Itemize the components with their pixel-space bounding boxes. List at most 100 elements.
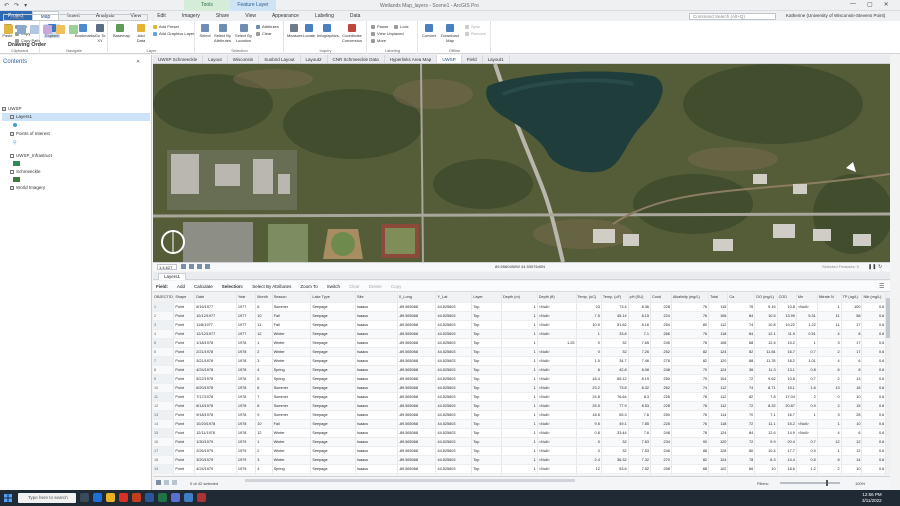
view-unplaced-button[interactable]: View Unplaced <box>371 31 404 36</box>
powerpoint-icon[interactable] <box>132 493 141 502</box>
column-header[interactable]: Ca <box>727 293 756 303</box>
snap-icon[interactable] <box>197 264 202 269</box>
task-view-icon[interactable] <box>80 493 89 502</box>
table-row[interactable]: 8 Point 4/24/1978 1978 4 Spring Seepage Isaacs -… <box>153 365 886 375</box>
toc-layer-world-imagery[interactable]: ✓ World Imagery <box>2 184 45 192</box>
table-icon[interactable] <box>189 264 194 269</box>
column-header[interactable]: Season <box>272 293 312 303</box>
table-horizontal-scrollbar[interactable] <box>245 479 575 482</box>
scale-selector[interactable]: 1:4,627 <box>157 264 177 270</box>
lock-labels-button[interactable]: Lock <box>394 24 408 29</box>
table-tab-layers1[interactable]: Layers1 <box>158 273 187 280</box>
customize-qa-icon[interactable]: ▾ <box>24 2 27 9</box>
table-row[interactable]: 17 Point 2/26/1979 1979 2 Winter Seepage Isaacs… <box>153 446 886 456</box>
table-row[interactable]: 20Point5/29/197919795SpringSeepageIsaacs… <box>153 473 886 475</box>
edge-icon[interactable] <box>93 493 102 502</box>
view-tab[interactable]: UWSP Schmeeckle <box>153 55 204 63</box>
toc-layer-points-of-interest[interactable]: ✓ Points of Interest <box>2 130 50 138</box>
view-tab[interactable]: Sunbird Layout <box>259 55 301 63</box>
arcgis-pro-icon[interactable] <box>184 493 193 502</box>
table-row[interactable]: 18 Point 3/20/1979 1979 3 Winter Seepage Isaacs… <box>153 455 886 465</box>
column-header[interactable]: X_Long <box>397 293 437 303</box>
clear-table-selection-button[interactable]: Clear <box>349 284 360 289</box>
locate-button[interactable]: Locate <box>303 24 315 38</box>
go-to-xy-button[interactable]: Go To XY <box>94 24 106 43</box>
table-row[interactable]: 2 Point 10/12/1977 1977 10 Fall Seepage Isaacs -… <box>153 311 886 321</box>
column-header[interactable]: Nitrate N <box>817 293 842 303</box>
grid-icon[interactable] <box>181 264 186 269</box>
download-map-button[interactable]: Download Map <box>439 24 461 43</box>
column-header[interactable]: TP (ug/L) <box>841 293 863 303</box>
map-view[interactable] <box>153 64 890 262</box>
column-header[interactable]: Month <box>255 293 273 303</box>
tab-labeling[interactable]: Labeling <box>307 11 342 21</box>
attribute-table[interactable]: OBJECTID Shape Date Year Month Season Lake Typ… <box>153 293 886 475</box>
maximize-icon[interactable]: ▢ <box>867 1 873 8</box>
table-row[interactable]: 11 Point 7/17/1978 1978 7 Summer Seepage Isaacs… <box>153 392 886 402</box>
list-by-drawing-order-icon[interactable] <box>4 25 13 34</box>
pause-drawing-icon[interactable]: ❚❚ <box>868 264 876 270</box>
tab-view-context[interactable]: View <box>237 11 264 21</box>
table-row[interactable]: 15 Point 12/11/1978 1978 12 Winter Seepage Isaa… <box>153 428 886 438</box>
layer-visibility-checkbox[interactable] <box>10 153 14 158</box>
chrome-icon[interactable] <box>119 493 128 502</box>
column-header[interactable]: COD <box>777 293 797 303</box>
table-row[interactable]: 14 Point 10/20/1978 1978 10 Fall Seepage Isaacs… <box>153 419 886 429</box>
add-graphics-layer-button[interactable]: Add Graphics Layer <box>153 31 194 36</box>
column-header[interactable]: Cond <box>650 293 672 303</box>
table-row[interactable]: 19 Point 4/24/1979 1979 4 Spring Seepage Isaacs… <box>153 464 886 474</box>
switch-button[interactable]: Switch <box>327 284 340 289</box>
filter-icon[interactable] <box>172 480 177 485</box>
copy-button[interactable]: Copy <box>391 284 402 289</box>
select-by-attributes-table-button[interactable]: Select By Attributes <box>252 284 291 289</box>
refresh-map-icon[interactable]: ↻ <box>878 264 882 270</box>
column-header[interactable]: Depth (m) <box>501 293 538 303</box>
add-field-button[interactable]: Add <box>177 284 185 289</box>
table-scroll-thumb[interactable] <box>886 298 890 338</box>
layer-visibility-checkbox[interactable]: ✓ <box>10 114 14 119</box>
list-by-source-icon[interactable] <box>17 25 26 34</box>
teams-icon[interactable] <box>171 493 180 502</box>
table-row[interactable]: 13 Point 9/18/1978 1978 9 Summer Seepage Isaacs… <box>153 410 886 420</box>
measure-button[interactable]: Measure <box>287 24 303 38</box>
column-header[interactable]: Temp. (oF) <box>601 293 629 303</box>
select-by-location-button[interactable]: Select By Location <box>234 24 253 43</box>
attributes-button[interactable]: Attributes <box>256 24 279 29</box>
app-icon[interactable] <box>197 493 206 502</box>
table-row[interactable]: 9 Point 5/22/1978 1978 5 Spring Seepage Isaacs -… <box>153 374 886 384</box>
table-row[interactable]: 5 Point 1/18/1978 1978 1 Winter Seepage Isaacs -… <box>153 338 886 348</box>
windows-start-icon[interactable] <box>4 494 12 502</box>
user-account[interactable]: Katherine (University of Wisconsin-Steve… <box>786 13 885 18</box>
excel-icon[interactable] <box>158 493 167 502</box>
show-all-records-icon[interactable] <box>156 480 161 485</box>
taskbar-search-input[interactable]: Type here to search <box>18 493 76 503</box>
add-preset-button[interactable]: Add Preset <box>153 24 179 29</box>
table-row[interactable]: 1 Point 6/16/1977 1977 6 Summer Seepage Isaacs -… <box>153 302 886 312</box>
redo-icon[interactable]: ↷ <box>14 2 19 9</box>
layer-visibility-checkbox[interactable]: ✓ <box>10 131 14 136</box>
view-tab[interactable]: Wisconsin <box>228 55 260 63</box>
toc-layer-uwsp[interactable]: ✓ UWSP <box>2 105 22 113</box>
view-tab[interactable]: Layout1 <box>483 55 510 63</box>
table-row[interactable]: 4 Point 12/12/1977 1977 12 Winter Seepage Isaac… <box>153 329 886 339</box>
remove-button[interactable]: Remove <box>465 31 486 36</box>
show-selected-records-icon[interactable] <box>164 480 169 485</box>
toc-layer-layers1[interactable]: ✓ Layers1 <box>2 113 150 121</box>
column-header[interactable]: Nitr (mg/L) <box>861 293 886 303</box>
file-explorer-icon[interactable] <box>106 493 115 502</box>
tab-imagery[interactable]: Imagery <box>174 11 208 21</box>
column-header[interactable]: Site <box>355 293 398 303</box>
toc-layer-schmeeckle[interactable]: Schmeeckle <box>2 168 41 176</box>
column-header[interactable]: Mn <box>796 293 818 303</box>
coordinate-conversion-button[interactable]: Coordinate Conversion <box>339 24 365 43</box>
minimize-icon[interactable]: — <box>850 1 856 8</box>
undo-icon[interactable]: ↶ <box>4 2 9 9</box>
column-header[interactable]: DO (mg/L) <box>754 293 778 303</box>
tab-appearance[interactable]: Appearance <box>264 11 307 21</box>
command-search-input[interactable]: Command Search (Alt+Q) <box>689 13 776 20</box>
column-header[interactable]: Year <box>236 293 257 303</box>
word-icon[interactable] <box>145 493 154 502</box>
list-by-labeling-icon[interactable] <box>69 25 78 34</box>
table-row[interactable]: 10 Point 6/20/1978 1978 6 Summer Seepage Isaacs… <box>153 383 886 393</box>
delete-button[interactable]: Delete <box>369 284 382 289</box>
